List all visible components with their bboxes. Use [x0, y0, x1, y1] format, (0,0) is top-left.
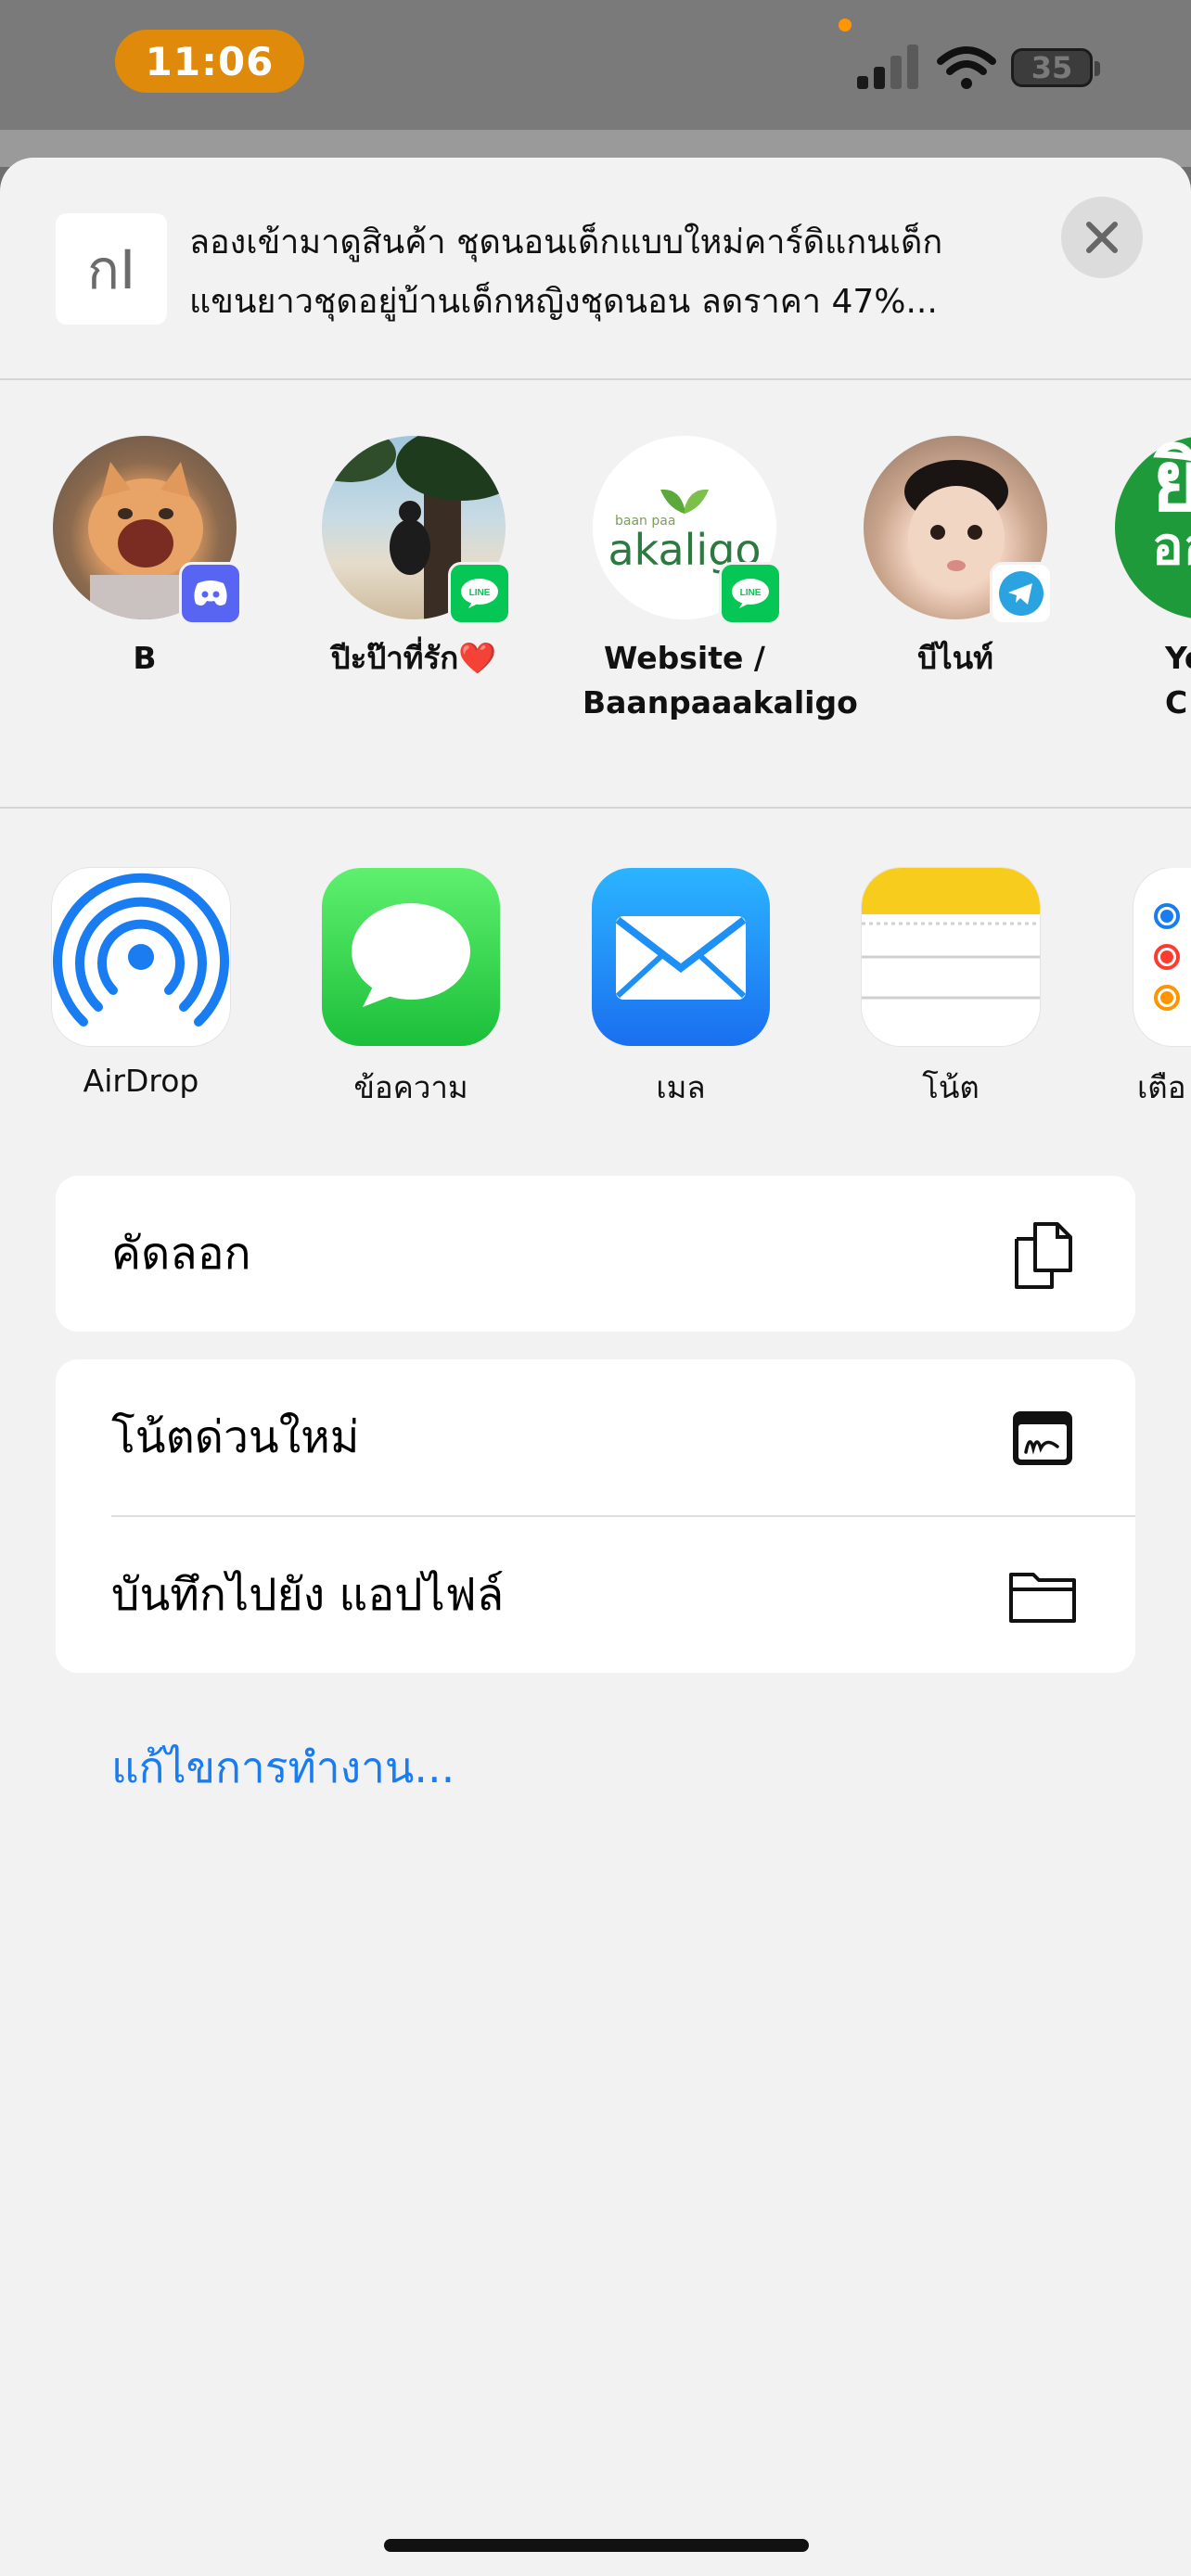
- quick-note-action[interactable]: โน้ตด่วนใหม่: [56, 1359, 1135, 1515]
- airdrop-icon: [52, 868, 230, 1046]
- wifi-icon: [937, 46, 996, 89]
- app-label: โน้ต: [922, 1069, 980, 1105]
- person-name: ปีะป๊าที่รัก❤️: [330, 640, 497, 676]
- avatar: ยิ ออ: [1115, 436, 1191, 619]
- person-suggestion-partial[interactable]: ยิ ออ Yo C: [1115, 436, 1191, 725]
- person-name: Yo C: [1165, 640, 1191, 721]
- avatar-glyph: ยิ: [1152, 436, 1191, 530]
- app-messages[interactable]: ข้อความ: [300, 868, 522, 1112]
- copy-label: คัดลอก: [111, 1228, 251, 1280]
- person-name: B: [133, 640, 157, 676]
- app-label: ข้อความ: [353, 1069, 468, 1105]
- close-icon: [1086, 222, 1118, 253]
- avatar-glyph-sub: ออ: [1152, 516, 1191, 577]
- quick-note-icon: [1013, 1411, 1072, 1465]
- divider: [0, 807, 1191, 809]
- telegram-icon: [990, 562, 1053, 625]
- line-icon: LINE: [448, 562, 511, 625]
- edit-actions-link[interactable]: แก้ไขการทำงาน...: [111, 1734, 455, 1802]
- line-icon: LINE: [719, 562, 782, 625]
- privacy-indicator-dot: [839, 19, 852, 32]
- preview-title: ลองเข้ามาดูสินค้า ชุดนอนเด็กแบบใหม่คาร์ด…: [189, 223, 943, 321]
- app-label: AirDrop: [83, 1063, 199, 1099]
- reminders-icon: [1133, 868, 1191, 1046]
- home-indicator[interactable]: [384, 2539, 809, 2552]
- person-suggestion-b[interactable]: B: [33, 436, 256, 681]
- save-to-files-label: บันทึกไปยัง แอปไฟล์: [111, 1569, 505, 1621]
- save-to-files-action[interactable]: บันทึกไปยัง แอปไฟล์: [56, 1517, 1135, 1673]
- person-suggestion-website[interactable]: baan paa akaligo LINE Website / Baanpaaa…: [573, 436, 858, 725]
- svg-text:LINE: LINE: [740, 588, 762, 598]
- cellular-signal-icon: [857, 45, 918, 89]
- share-sheet: กI ลองเข้ามาดูสินค้า ชุดนอนเด็กแบบใหม่คา…: [0, 158, 1191, 2576]
- status-time[interactable]: 11:06: [115, 30, 304, 93]
- person-suggestion-papa[interactable]: LINE ปีะป๊าที่รัก❤️: [302, 436, 525, 681]
- close-button[interactable]: [1061, 197, 1143, 278]
- person-suggestion-binight[interactable]: บีไนท์: [844, 436, 1067, 681]
- app-label: เตือ: [1137, 1069, 1186, 1105]
- battery-icon: 35: [1011, 48, 1093, 87]
- copy-icon: [1015, 1222, 1072, 1289]
- app-airdrop[interactable]: AirDrop: [30, 868, 252, 1099]
- preview-thumbnail: กI: [56, 213, 167, 325]
- person-name: บีไนท์: [917, 640, 993, 676]
- messages-icon: [322, 868, 500, 1046]
- discord-icon: [179, 562, 242, 625]
- app-notes[interactable]: โน้ต: [839, 868, 1062, 1112]
- app-mail[interactable]: เมล: [570, 868, 792, 1112]
- battery-tip: [1095, 61, 1100, 76]
- mail-icon: [592, 868, 770, 1046]
- app-reminders[interactable]: เตือ: [1109, 868, 1191, 1112]
- quick-note-label: โน้ตด่วนใหม่: [111, 1411, 360, 1463]
- notes-icon: [862, 868, 1040, 1046]
- copy-action[interactable]: คัดลอก: [56, 1176, 1135, 1332]
- person-name: Website / Baanpaaakaligo: [583, 640, 858, 721]
- divider: [0, 378, 1191, 380]
- leaf-logo-icon: [660, 489, 709, 514]
- folder-icon: [1009, 1573, 1076, 1623]
- app-label: เมล: [656, 1069, 706, 1105]
- copy-action-card: คัดลอก: [56, 1176, 1135, 1332]
- svg-text:LINE: LINE: [469, 588, 491, 598]
- more-actions-card: โน้ตด่วนใหม่ บันทึกไปยัง แอปไฟล์: [56, 1359, 1135, 1673]
